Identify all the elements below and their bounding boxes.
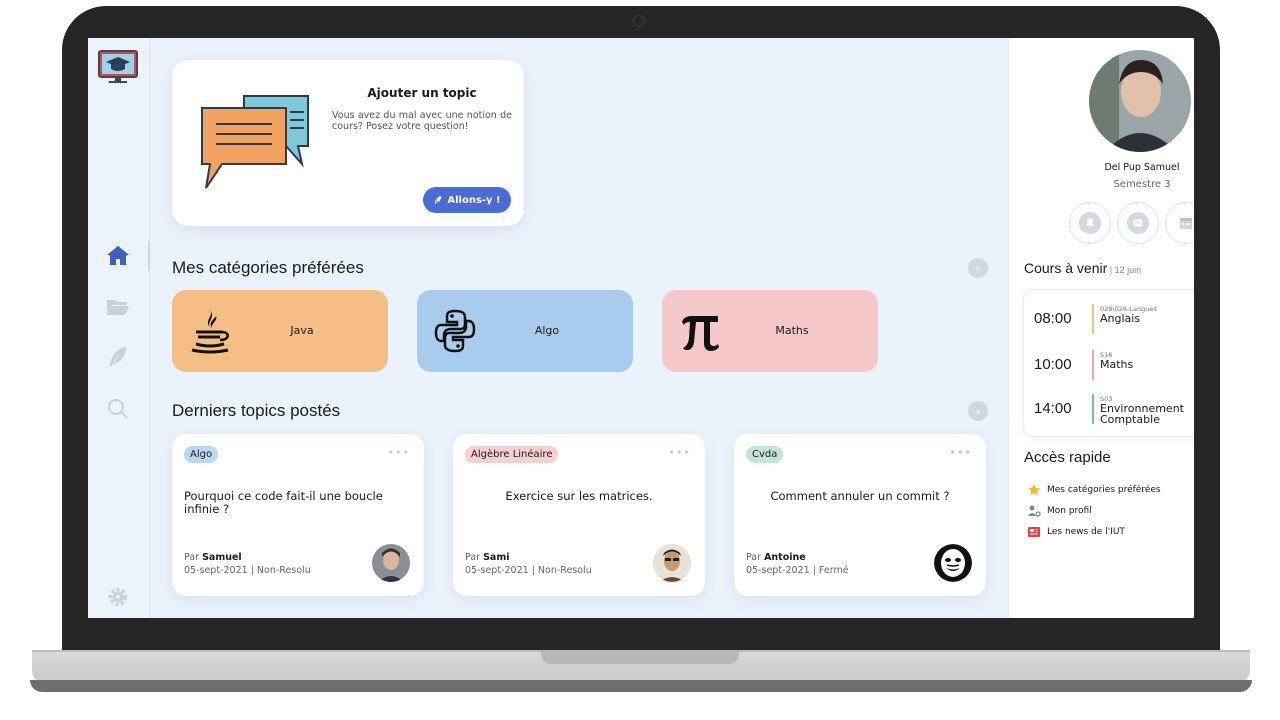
upcoming-courses-date: | 12 juin (1107, 265, 1142, 275)
app-screen: Ajouter un topic Vous avez du mal avec u… (88, 38, 1194, 618)
topic-author-line: Par Samuel (184, 552, 242, 563)
newspaper-icon (1028, 527, 1040, 537)
topic-question: Exercice sur les matrices. (505, 489, 653, 503)
quick-access-title: Accès rapide (1024, 449, 1111, 466)
app-logo-icon[interactable] (98, 50, 138, 84)
add-topic-title: Ajouter un topic (367, 86, 477, 100)
add-topic-card: Ajouter un topic Vous avez du mal avec u… (172, 60, 524, 226)
topic-author-line: Par Antoine (746, 552, 806, 563)
topic-author-line: Par Sami (465, 552, 510, 563)
topic-tag[interactable]: Algèbre Linéaire (465, 446, 559, 463)
more-options-icon[interactable]: ••• (669, 446, 691, 459)
right-panel: Del Pup Samuel Semestre 3 Cours à venir … (1008, 38, 1194, 618)
star-icon (1028, 484, 1040, 496)
course-color-bar (1092, 304, 1094, 334)
python-icon (434, 309, 476, 353)
profile-avatar[interactable] (1089, 50, 1191, 152)
chat-bubbles-icon (201, 95, 309, 189)
topic-author[interactable]: Sami (483, 552, 509, 563)
java-icon (191, 310, 229, 354)
messages-button[interactable] (1117, 202, 1159, 244)
main-content: Ajouter un topic Vous avez du mal avec u… (150, 38, 1008, 618)
topic-question: Comment annuler un commit ? (770, 489, 950, 503)
course-time: 08:00 (1034, 310, 1072, 327)
more-options-icon[interactable]: ••• (388, 446, 410, 459)
laptop-notch (541, 650, 739, 664)
course-item[interactable]: 08:00 028\026-Langues Anglais (1034, 300, 1194, 340)
topics-next-button[interactable]: › (968, 401, 988, 421)
latest-topics-title: Derniers topics postés (172, 401, 341, 420)
profile-name: Del Pup Samuel (1104, 162, 1180, 173)
course-name: Maths (1100, 358, 1134, 371)
category-card-maths[interactable]: Maths (662, 290, 878, 372)
quick-access-favorites[interactable]: Mes catégories préférées (1027, 483, 1161, 497)
course-time: 14:00 (1034, 400, 1072, 417)
category-label-java: Java (290, 324, 314, 337)
course-time: 10:00 (1034, 356, 1072, 373)
bell-icon (1079, 212, 1101, 234)
calendar-button[interactable] (1165, 202, 1194, 244)
left-sidebar (88, 38, 150, 618)
chevron-right-icon: › (975, 261, 981, 275)
pi-icon (682, 316, 719, 351)
categories-next-button[interactable]: › (968, 258, 988, 278)
home-icon[interactable] (106, 244, 130, 266)
course-name: Environnement Comptable (1100, 402, 1184, 426)
chat-icon (1127, 212, 1149, 234)
course-color-bar (1092, 350, 1094, 380)
topic-meta: 05-sept-2021 | Non-Resolu (184, 565, 311, 576)
topic-card[interactable]: Algèbre Linéaire ••• Exercice sur les ma… (453, 434, 705, 596)
topic-meta: 05-sept-2021 | Non-Resolu (465, 565, 592, 576)
category-card-algo[interactable]: Algo (417, 290, 633, 372)
feather-icon[interactable] (106, 346, 130, 368)
upcoming-courses-list: 08:00 028\026-Langues Anglais 10:00 S16 … (1023, 289, 1194, 437)
gear-icon[interactable] (106, 586, 130, 608)
user-settings-icon (1028, 505, 1041, 517)
topic-question: Pourquoi ce code fait-il une boucle infi… (184, 489, 383, 516)
topic-card[interactable]: Cvda ••• Comment annuler un commit ? Par… (734, 434, 986, 596)
course-item[interactable]: 14:00 S03 Environnement Comptable (1034, 390, 1194, 430)
topic-author[interactable]: Antoine (764, 552, 806, 563)
favorite-categories-title: Mes catégories préférées (172, 258, 364, 277)
category-label-algo: Algo (534, 324, 560, 337)
more-options-icon[interactable]: ••• (950, 446, 972, 459)
calendar-icon (1175, 212, 1194, 234)
category-label-maths: Maths (775, 324, 809, 337)
allons-y-button[interactable]: Allons-y ! (423, 187, 511, 213)
topic-author[interactable]: Samuel (202, 552, 242, 563)
avatar[interactable] (372, 544, 410, 582)
topic-meta: 05-sept-2021 | Fermé (746, 565, 849, 576)
topic-tag[interactable]: Algo (184, 446, 219, 463)
laptop-base-edge (30, 680, 1252, 692)
mask-avatar[interactable] (934, 544, 972, 582)
course-item[interactable]: 10:00 S16 Maths (1034, 346, 1194, 386)
course-color-bar (1092, 394, 1094, 424)
add-topic-description: Vous avez du mal avec une notion de cour… (332, 110, 512, 132)
camera-icon (633, 15, 645, 27)
quick-access-profile[interactable]: Mon profil (1027, 504, 1092, 518)
quick-access-news[interactable]: Les news de l'IUT (1027, 525, 1125, 539)
avatar[interactable] (653, 544, 691, 582)
profile-semester: Semestre 3 (1113, 179, 1171, 190)
folder-icon[interactable] (106, 296, 130, 318)
notifications-button[interactable] (1069, 202, 1111, 244)
feather-icon (435, 195, 442, 204)
category-card-java[interactable]: Java (172, 290, 388, 372)
upcoming-courses-title: Cours à venir | 12 juin (1024, 260, 1142, 276)
allons-y-label: Allons-y ! (447, 194, 501, 206)
topic-tag[interactable]: Cvda (746, 446, 784, 463)
search-icon[interactable] (106, 398, 130, 420)
chevron-right-icon: › (975, 404, 981, 418)
course-name: Anglais (1100, 312, 1141, 325)
topic-card[interactable]: Algo ••• Pourquoi ce code fait-il une bo… (172, 434, 424, 596)
